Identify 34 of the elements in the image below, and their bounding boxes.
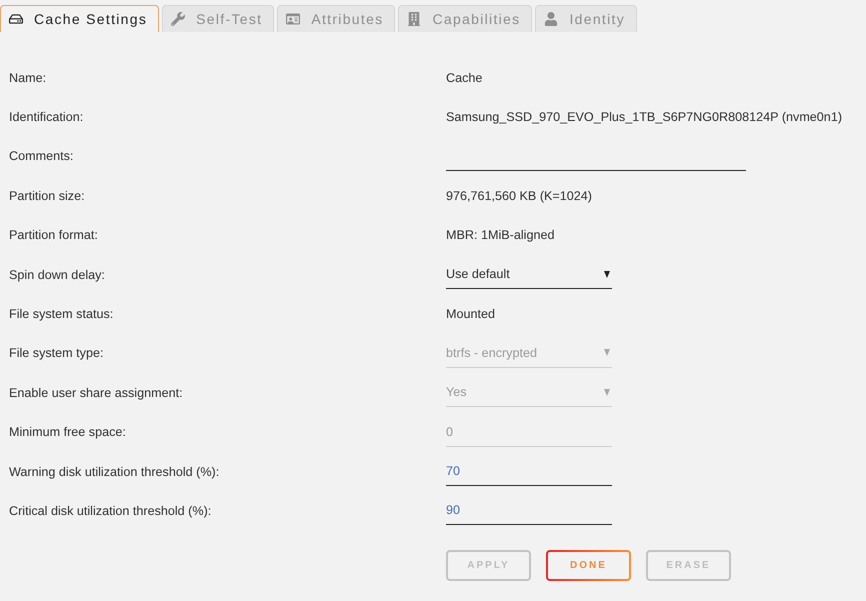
field-label: File system status:	[9, 307, 114, 322]
field-label: Minimum free space:	[9, 425, 126, 440]
field-label: Identification:	[9, 110, 84, 124]
field-label: Partition format:	[9, 228, 98, 242]
tab[interactable]: Capabilities	[398, 5, 532, 32]
user-icon	[544, 12, 558, 26]
wrench-icon	[171, 12, 186, 26]
field-value: 976,761,560 KB (K=1024)	[446, 188, 592, 203]
building-icon	[407, 12, 422, 26]
field-label: File system type:	[9, 346, 104, 360]
tab[interactable]: Cache Settings	[0, 5, 160, 32]
field-value: Cache	[446, 70, 482, 85]
field-label: Comments:	[9, 149, 74, 164]
field-label: Partition size:	[9, 188, 85, 203]
drive-icon	[9, 12, 23, 26]
caret-down-icon	[604, 270, 610, 278]
dropdown[interactable]: Use default	[446, 260, 612, 290]
caret-down-icon	[604, 349, 610, 356]
field-value: Mounted	[446, 307, 496, 322]
caret-down-icon	[604, 388, 610, 396]
input-field[interactable]: 70	[446, 457, 612, 486]
field-label: Enable user share assignment:	[9, 386, 183, 400]
tab[interactable]: Identity	[535, 5, 637, 32]
field-label: Warning disk utilization threshold (%):	[9, 464, 220, 479]
id-card-icon	[286, 12, 300, 26]
field-value: MBR: 1MiB-aligned	[446, 228, 554, 242]
field-label: Name:	[9, 70, 46, 85]
field-value: Samsung_SSD_970_EVO_Plus_1TB_S6P7NG0R808124P (nvme0n1)	[446, 110, 842, 124]
field-label: Critical disk utilization threshold (%):	[9, 504, 212, 518]
done-button[interactable]: DONE	[546, 550, 631, 581]
tab[interactable]: Self-Test	[162, 5, 274, 32]
input-field[interactable]: 90	[446, 496, 612, 526]
tab[interactable]: Attributes	[277, 5, 396, 32]
field-label: Spin down delay:	[9, 268, 105, 282]
